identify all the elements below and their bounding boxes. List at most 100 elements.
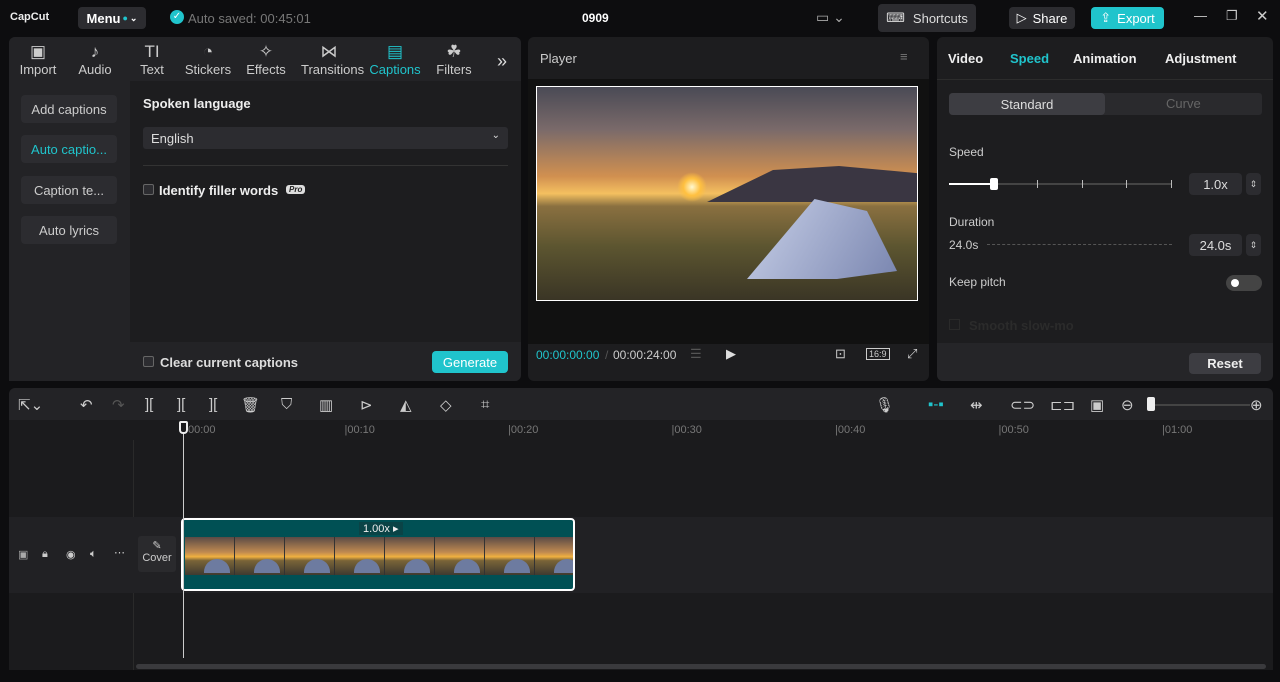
playhead-handle[interactable]	[179, 421, 188, 434]
sun	[677, 172, 707, 202]
tab-filters[interactable]: ☘ Filters	[426, 42, 482, 77]
minimize-button[interactable]: —	[1194, 8, 1207, 23]
layout-icon[interactable]: ▭ ⌄	[816, 9, 845, 26]
close-button[interactable]: ✕	[1256, 7, 1269, 25]
track-video-icon[interactable]: ▣	[18, 548, 28, 561]
auto-captions-button[interactable]: Auto captio...	[21, 135, 117, 163]
share-icon: ▷	[1016, 10, 1027, 25]
speed-input[interactable]: 1.0x	[1189, 173, 1242, 195]
audio-icon[interactable]: 🔈︎	[90, 548, 97, 561]
zoom-out-icon[interactable]: ⊖	[1121, 396, 1134, 414]
video-clip[interactable]: 1.00x ▸	[181, 518, 575, 591]
split-icon[interactable]: ][	[145, 396, 153, 413]
chevron-down-icon: ⌄	[491, 130, 500, 141]
tab-animation[interactable]: Animation	[1073, 51, 1137, 66]
tab-captions[interactable]: ▤ Captions	[367, 42, 423, 77]
mountains	[707, 166, 917, 202]
project-name: 0909	[582, 11, 609, 25]
eye-icon[interactable]: ◉	[66, 548, 76, 561]
cover-label: Cover	[142, 552, 172, 564]
export-label: Export	[1117, 10, 1155, 26]
video-preview[interactable]	[536, 86, 918, 301]
thumbnail	[535, 537, 573, 575]
crop-icon[interactable]: ⌗	[481, 396, 489, 413]
split-preview-icon[interactable]: ⊏⊐	[1050, 396, 1075, 414]
microphone-icon[interactable]: 🎙	[875, 396, 894, 414]
reverse-icon[interactable]: ⊳	[360, 396, 373, 414]
lock-icon[interactable]: 🔒︎	[42, 548, 48, 561]
duration-arrow	[987, 244, 1172, 245]
tab-label: Filters	[436, 62, 472, 77]
auto-lyrics-button[interactable]: Auto lyrics	[21, 216, 117, 244]
more-tabs-icon[interactable]: »	[497, 51, 507, 72]
duration-stepper[interactable]: ⇕	[1246, 234, 1261, 256]
cover-button[interactable]: ✎ Cover	[138, 536, 176, 572]
shortcuts-button[interactable]: ⌨ Shortcuts	[878, 4, 976, 32]
zoom-slider-handle[interactable]	[1147, 397, 1155, 411]
player-menu-icon[interactable]: ≡	[900, 49, 908, 64]
tab-stickers[interactable]: ◔ Stickers	[180, 42, 236, 77]
zoom-in-icon[interactable]: ⊕	[1250, 396, 1263, 414]
tab-transitions[interactable]: ⋈ Transitions	[301, 42, 364, 77]
delete-left-icon[interactable]: ][	[177, 396, 185, 413]
freeze-icon[interactable]: ▥	[319, 396, 333, 414]
tab-effects[interactable]: ✧ Effects	[238, 42, 294, 77]
playhead[interactable]	[183, 428, 184, 658]
keep-pitch-toggle[interactable]	[1226, 275, 1262, 291]
language-select[interactable]: English ⌄	[143, 127, 508, 149]
inspector-panel: Video Speed Animation Adjustment Standar…	[937, 37, 1273, 381]
tab-text[interactable]: TI Text	[124, 42, 180, 77]
export-button[interactable]: ⇪ Export	[1091, 7, 1164, 29]
tab-audio[interactable]: ♪ Audio	[67, 42, 123, 77]
preview-axis-icon[interactable]: ▣	[1090, 396, 1104, 414]
link-icon[interactable]: ⊂⊃	[1010, 396, 1035, 414]
fullscreen-icon[interactable]: ⤢	[907, 346, 917, 362]
caption-templates-button[interactable]: Caption te...	[21, 176, 117, 204]
speed-label: Speed	[949, 145, 984, 159]
aspect-ratio-button[interactable]: 16:9	[866, 348, 890, 360]
effects-icon: ✧	[258, 42, 274, 61]
reset-button[interactable]: Reset	[1189, 353, 1261, 374]
tab-adjustment[interactable]: Adjustment	[1165, 51, 1237, 66]
speed-slider-handle[interactable]	[989, 178, 998, 190]
filler-words-checkbox[interactable]	[143, 184, 154, 195]
standard-mode-button[interactable]: Standard	[949, 93, 1105, 115]
tab-import[interactable]: ▣ Import	[10, 42, 66, 77]
zoom-slider[interactable]	[1150, 404, 1250, 406]
generate-button[interactable]: Generate	[432, 351, 508, 373]
autosave-status: Auto saved: 00:45:01	[188, 11, 311, 26]
delete-icon[interactable]: 🗑	[241, 396, 260, 414]
player-panel: Player ≡ 00:00:00:00 / 00:00:24:00 ☰ ▶ ⊡…	[528, 37, 929, 381]
tab-label: Effects	[246, 62, 286, 77]
main-track-magnet-icon[interactable]: ▪-▪	[928, 396, 944, 413]
import-icon: ▣	[29, 42, 47, 61]
marker-icon[interactable]: ⛉	[281, 396, 292, 413]
slider-tick	[1126, 180, 1127, 188]
clear-captions-checkbox[interactable]	[143, 356, 154, 367]
duration-input[interactable]: 24.0s	[1189, 234, 1242, 256]
tab-video[interactable]: Video	[948, 51, 983, 66]
more-icon[interactable]: ⋯	[114, 546, 125, 559]
add-captions-button[interactable]: Add captions	[21, 95, 117, 123]
select-tool-icon[interactable]: ⇱⌄	[18, 396, 43, 414]
fit-icon[interactable]: ⊡	[835, 346, 846, 362]
share-button[interactable]: ▷ Share	[1009, 7, 1075, 29]
timeline-list-icon[interactable]: ☰	[690, 346, 702, 362]
tab-speed[interactable]: Speed	[1010, 51, 1049, 66]
auto-snap-icon[interactable]: ⇹	[970, 396, 983, 414]
check-icon: ✓	[170, 10, 184, 24]
delete-right-icon[interactable]: ][	[209, 396, 217, 413]
mirror-icon[interactable]: ◭	[400, 396, 412, 414]
slider-tick	[1082, 180, 1083, 188]
tab-label: Transitions	[301, 62, 365, 77]
curve-mode-button[interactable]: Curve	[1166, 96, 1201, 111]
timeline-scrollbar[interactable]	[136, 664, 1266, 669]
timeline-tick: |01:00	[1162, 424, 1193, 436]
speed-stepper[interactable]: ⇕	[1246, 173, 1261, 195]
undo-icon[interactable]: ↶	[80, 396, 93, 414]
restore-button[interactable]: ❐	[1226, 8, 1238, 24]
rotate-icon[interactable]: ◇	[440, 396, 452, 414]
redo-icon[interactable]: ↷	[112, 396, 125, 414]
menu-button[interactable]: Menu ● ⌄	[78, 7, 146, 29]
play-button[interactable]: ▶	[726, 346, 736, 362]
